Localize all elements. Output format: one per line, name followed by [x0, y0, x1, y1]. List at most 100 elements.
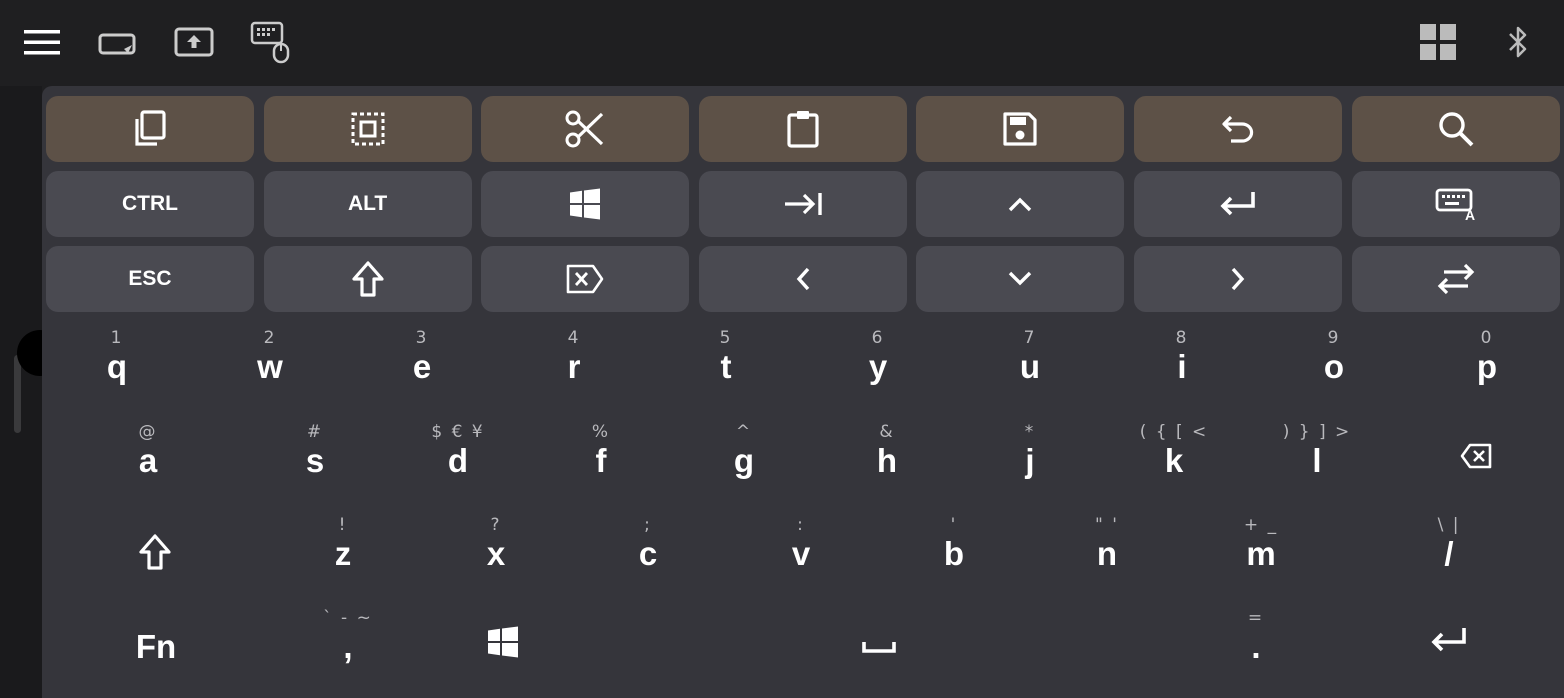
side-panel [0, 86, 42, 698]
key-label: i [1177, 348, 1187, 385]
paste-button[interactable] [698, 96, 907, 162]
key-u[interactable]: 7u [955, 328, 1105, 408]
key-z[interactable]: ! z [268, 515, 418, 595]
key-x[interactable]: ? x [421, 515, 571, 595]
select-all-icon [350, 111, 386, 147]
chevron-right-icon [1229, 266, 1247, 292]
right-arrow-key[interactable] [1134, 246, 1342, 312]
enter-key[interactable] [1134, 171, 1342, 237]
key-label: y [868, 348, 888, 385]
key-label: Fn [135, 628, 177, 665]
key-j[interactable]: * j [955, 422, 1105, 502]
delete-icon [565, 263, 605, 295]
key-o[interactable]: 9o [1259, 328, 1409, 408]
key-i[interactable]: 8i [1107, 328, 1257, 408]
key-s[interactable]: # s [240, 422, 390, 502]
key-label: g [733, 442, 755, 479]
down-arrow-key[interactable] [916, 246, 1125, 312]
key-hint: ? [490, 515, 502, 535]
key-t[interactable]: 5t [651, 328, 801, 408]
windows-icon [487, 626, 519, 663]
period-key[interactable]: =. [1181, 608, 1331, 688]
alt-key[interactable]: ALT [263, 171, 472, 237]
key-label: . [1251, 628, 1261, 665]
swap-key[interactable] [1351, 246, 1560, 312]
key-g[interactable]: ^ g [669, 422, 819, 502]
keyboard-mouse-toggle-icon[interactable] [96, 22, 140, 66]
grid-view-icon[interactable] [1416, 20, 1460, 64]
key-k[interactable]: ( { [ < k [1099, 422, 1249, 502]
key-r[interactable]: 4r [499, 328, 649, 408]
enter-icon [1430, 626, 1468, 659]
key-l[interactable]: ) } ] > l [1242, 422, 1392, 502]
tab-icon [783, 191, 823, 217]
key-hint: & [879, 422, 895, 442]
menu-icon[interactable] [20, 20, 64, 64]
swap-arrows-icon [1436, 262, 1476, 296]
key-label: k [1164, 442, 1184, 479]
windows-key[interactable] [481, 171, 690, 237]
scroll-track[interactable] [14, 355, 21, 433]
key-label: ESC [128, 267, 172, 290]
windows-key[interactable] [428, 608, 578, 688]
search-button[interactable] [1351, 96, 1560, 162]
key-label: t [720, 348, 732, 385]
copy-button[interactable] [46, 96, 254, 162]
keyboard-mouse-icon[interactable] [248, 20, 292, 64]
key-f[interactable]: % f [526, 422, 676, 502]
spacebar-key[interactable] [804, 608, 954, 688]
key-label: w [257, 348, 283, 385]
spacebar-icon [862, 640, 896, 659]
key-label: s [305, 442, 325, 479]
comma-key[interactable]: ` - ~, [273, 608, 423, 688]
search-icon [1437, 110, 1475, 148]
tab-key[interactable] [698, 171, 907, 237]
delete-key[interactable] [481, 246, 690, 312]
keyboard-layout-key[interactable]: A [1351, 171, 1560, 237]
clipboard-icon [786, 110, 820, 148]
key-label: m [1246, 535, 1276, 572]
key-label: f [595, 442, 607, 479]
key-e[interactable]: 3e [347, 328, 497, 408]
select-all-button[interactable] [263, 96, 472, 162]
shift-key[interactable] [80, 515, 230, 595]
key-c[interactable]: ; c [573, 515, 723, 595]
key-q[interactable]: 1q [42, 328, 192, 408]
key-d[interactable]: $ € ¥ d [383, 422, 533, 502]
bluetooth-icon[interactable] [1496, 20, 1540, 64]
key-m[interactable]: + _ m [1186, 515, 1336, 595]
key-v[interactable]: :v [726, 515, 876, 595]
slash-key[interactable]: \ | / [1374, 515, 1524, 595]
key-hint: + _ [1243, 515, 1279, 535]
up-arrow-key[interactable] [916, 171, 1125, 237]
cut-button[interactable] [481, 96, 690, 162]
save-button[interactable] [916, 96, 1125, 162]
key-hint: 0 [1480, 328, 1494, 348]
screen-share-icon[interactable] [172, 20, 216, 64]
left-arrow-key[interactable] [698, 246, 907, 312]
key-label: x [486, 535, 506, 572]
key-label: b [943, 535, 965, 572]
shift-key[interactable] [263, 246, 472, 312]
fn-key[interactable]: Fn [81, 608, 231, 688]
esc-key[interactable]: ESC [46, 246, 254, 312]
key-label: a [138, 442, 158, 479]
key-y[interactable]: 6y [803, 328, 953, 408]
key-n[interactable]: " ' n [1032, 515, 1182, 595]
key-label: h [876, 442, 898, 479]
key-w[interactable]: 2w [195, 328, 345, 408]
key-a[interactable]: @ a [73, 422, 223, 502]
key-hint: 4 [567, 328, 581, 348]
key-h[interactable]: & h [812, 422, 962, 502]
keyboard: CTRL ALT A ESC 1 q 2 w 3 e 4 r 5 t 6 y 7 u 8 i 9 o 0 p @ a # s $ € ¥… [42, 86, 1564, 698]
key-label: n [1096, 535, 1118, 572]
backspace-key[interactable] [1401, 422, 1551, 502]
key-label: c [638, 535, 658, 572]
key-label: r [567, 348, 581, 385]
enter-key[interactable] [1374, 608, 1524, 688]
key-p[interactable]: 0p [1412, 328, 1562, 408]
key-label: / [1444, 535, 1454, 572]
key-b[interactable]: ' b [879, 515, 1029, 595]
undo-button[interactable] [1134, 96, 1342, 162]
ctrl-key[interactable]: CTRL [46, 171, 254, 237]
